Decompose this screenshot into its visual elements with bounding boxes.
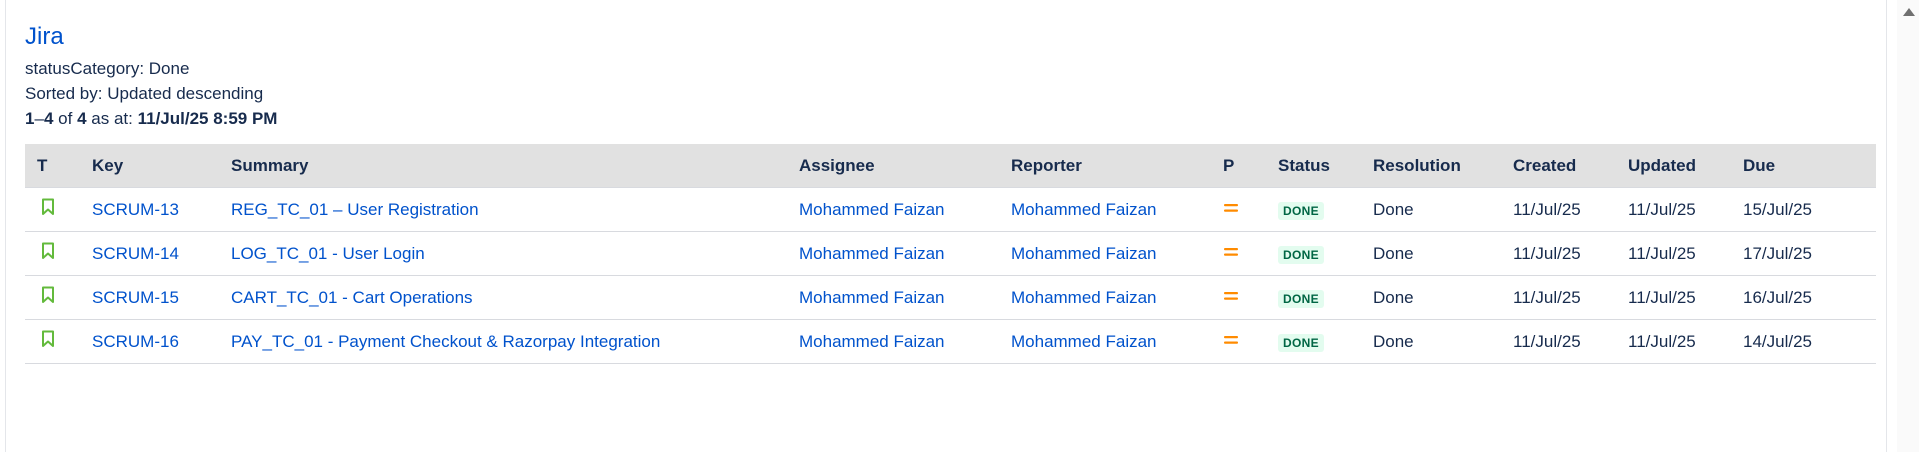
issue-summary-link[interactable]: REG_TC_01 – User Registration (231, 187, 799, 232)
column-header-key[interactable]: Key (92, 144, 231, 188)
due-cell: 15/Jul/25 (1743, 187, 1876, 232)
result-count: 1–4 of 4 as at: 11/Jul/25 8:59 PM (25, 109, 278, 128)
updated-cell: 11/Jul/25 (1628, 331, 1696, 351)
priority-cell (1223, 232, 1278, 276)
resolution-cell: Done (1373, 243, 1414, 263)
resolution-cell: Done (1373, 331, 1414, 351)
type-cell (25, 232, 92, 276)
reporter-link[interactable]: Mohammed Faizan (1011, 276, 1223, 320)
table-header-row: T Key Summary Assignee Reporter P Status… (25, 144, 1876, 188)
status-cell: DONE (1278, 320, 1373, 364)
issue-key-link[interactable]: SCRUM-14 (92, 232, 231, 276)
column-header-created[interactable]: Created (1513, 144, 1628, 188)
resolution-cell: Done (1373, 187, 1513, 232)
priority-medium-icon (1224, 291, 1238, 300)
due-cell: 16/Jul/25 (1743, 287, 1812, 307)
type-cell (25, 187, 92, 232)
status-cell: DONE (1278, 187, 1373, 232)
assignee-link[interactable]: Mohammed Faizan (799, 276, 1011, 320)
priority-medium-icon (1224, 247, 1238, 256)
of-text: of (58, 109, 73, 128)
reporter-link[interactable]: Mohammed Faizan (1011, 187, 1223, 232)
issues-table: T Key Summary Assignee Reporter P Status… (25, 144, 1876, 364)
status-badge: DONE (1278, 289, 1324, 308)
created-cell: 11/Jul/25 (1513, 331, 1581, 351)
created-cell: 11/Jul/25 (1513, 287, 1581, 307)
column-header-status[interactable]: Status (1278, 144, 1373, 188)
range-end: 4 (43, 109, 54, 128)
story-bookmark-icon[interactable] (41, 242, 55, 260)
column-header-due[interactable]: Due (1743, 144, 1876, 188)
status-cell: DONE (1278, 232, 1373, 276)
priority-cell (1223, 187, 1278, 232)
vertical-scrollbar[interactable] (1897, 0, 1919, 452)
sort-text: Sorted by: Updated descending (25, 84, 264, 103)
table-row[interactable]: SCRUM-15 CART_TC_01 - Cart Operations Mo… (25, 276, 1876, 320)
due-cell: 17/Jul/25 (1743, 243, 1812, 263)
updated-cell: 11/Jul/25 (1628, 287, 1696, 307)
reporter-link[interactable]: Mohammed Faizan (1011, 320, 1223, 364)
created-cell: 11/Jul/25 (1513, 243, 1581, 263)
total-count: 4 (77, 109, 87, 128)
priority-cell (1223, 320, 1278, 364)
resolution-cell: Done (1373, 287, 1414, 307)
page-title[interactable]: Jira (25, 23, 64, 51)
updated-cell: 11/Jul/25 (1628, 243, 1696, 263)
column-header-resolution[interactable]: Resolution (1373, 144, 1513, 188)
issue-summary-link[interactable]: LOG_TC_01 - User Login (231, 232, 799, 276)
column-header-assignee[interactable]: Assignee (799, 144, 1011, 188)
type-cell (25, 320, 92, 364)
priority-medium-icon (1224, 335, 1238, 344)
issue-key-link[interactable]: SCRUM-16 (92, 320, 231, 364)
as-at-text: as at: (91, 109, 133, 128)
reporter-link[interactable]: Mohammed Faizan (1011, 232, 1223, 276)
column-header-type[interactable]: T (25, 144, 92, 188)
table-row[interactable]: SCRUM-16 PAY_TC_01 - Payment Checkout & … (25, 320, 1876, 364)
table-row[interactable]: SCRUM-14 LOG_TC_01 - User Login Mohammed… (25, 232, 1876, 276)
issue-key-link[interactable]: SCRUM-15 (92, 276, 231, 320)
story-bookmark-icon[interactable] (41, 286, 55, 304)
priority-cell (1223, 276, 1278, 320)
issue-summary-link[interactable]: CART_TC_01 - Cart Operations (231, 276, 799, 320)
type-cell (25, 276, 92, 320)
story-bookmark-icon[interactable] (41, 198, 55, 216)
status-badge: DONE (1278, 201, 1324, 220)
column-header-summary[interactable]: Summary (231, 144, 799, 188)
status-badge: DONE (1278, 245, 1324, 264)
created-cell: 11/Jul/25 (1513, 187, 1628, 232)
assignee-link[interactable]: Mohammed Faizan (799, 320, 1011, 364)
column-header-priority[interactable]: P (1223, 144, 1278, 188)
updated-cell: 11/Jul/25 (1628, 187, 1743, 232)
due-cell: 14/Jul/25 (1743, 331, 1812, 351)
filter-text: statusCategory: Done (25, 59, 190, 78)
status-badge: DONE (1278, 333, 1324, 352)
issue-summary-link[interactable]: PAY_TC_01 - Payment Checkout & Razorpay … (231, 320, 799, 364)
scroll-up-arrow-icon[interactable] (1903, 8, 1915, 16)
status-cell: DONE (1278, 276, 1373, 320)
priority-medium-icon (1224, 203, 1238, 212)
table-row[interactable]: SCRUM-13 REG_TC_01 – User Registration M… (25, 187, 1876, 232)
issue-key-link[interactable]: SCRUM-13 (92, 187, 231, 232)
timestamp: 11/Jul/25 8:59 PM (137, 109, 278, 128)
column-header-updated[interactable]: Updated (1628, 144, 1743, 188)
assignee-link[interactable]: Mohammed Faizan (799, 232, 1011, 276)
column-header-reporter[interactable]: Reporter (1011, 144, 1223, 188)
range-start: 1 (25, 109, 35, 128)
assignee-link[interactable]: Mohammed Faizan (799, 187, 1011, 232)
story-bookmark-icon[interactable] (41, 330, 55, 348)
